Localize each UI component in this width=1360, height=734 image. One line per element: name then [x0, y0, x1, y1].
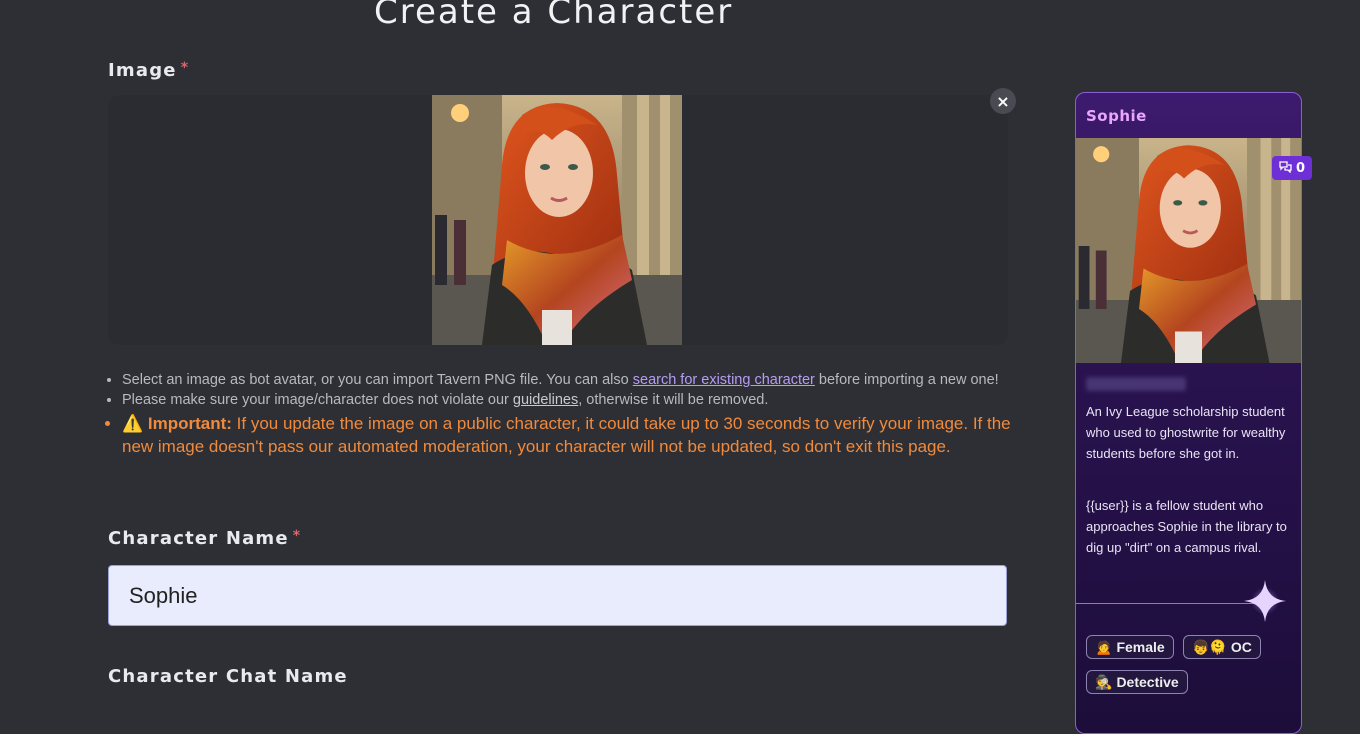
preview-description: An Ivy League scholarship student who us… [1086, 404, 1286, 461]
creator-name-blurred [1086, 377, 1186, 391]
chat-bubbles-icon [1279, 160, 1292, 176]
preview-image [1076, 138, 1301, 363]
tag-label: Female [1116, 639, 1165, 655]
required-mark: * [292, 528, 302, 544]
tag-detective[interactable]: 🕵️ Detective [1086, 670, 1188, 694]
image-label: Image * [108, 60, 189, 81]
image-notes: Select an image as bot avatar, or you ca… [108, 370, 1022, 458]
tag-label: Detective [1116, 674, 1179, 690]
required-mark: * [180, 60, 190, 76]
guidelines-link[interactable]: guidelines [513, 392, 578, 408]
preview-name: Sophie [1086, 107, 1147, 125]
oc-icon: 👦🫠 [1192, 638, 1227, 655]
character-name-label: Character Name * [108, 528, 301, 549]
preview-scenario: {{user}} is a fellow student who approac… [1086, 498, 1287, 555]
female-icon: 🙍 [1095, 638, 1113, 655]
remove-image-button[interactable]: × [990, 88, 1016, 114]
image-label-text: Image [108, 60, 177, 81]
chat-count-badge: 0 [1272, 156, 1312, 180]
warning-icon: ⚠️ [122, 414, 144, 433]
note-text: before importing a new one! [814, 372, 999, 388]
character-name-label-text: Character Name [108, 528, 289, 549]
note-text: Select an image as bot avatar, or you ca… [122, 372, 633, 388]
character-name-input[interactable] [108, 565, 1007, 626]
detective-icon: 🕵️ [1095, 673, 1113, 690]
search-existing-character-link[interactable]: search for existing character [633, 372, 815, 388]
avatar-image [432, 95, 682, 345]
sparkle-icon [1244, 580, 1286, 622]
chat-count: 0 [1295, 160, 1306, 176]
page-title: Create a Character [374, 0, 734, 32]
tag-label: OC [1230, 639, 1252, 655]
character-chat-name-label: Character Chat Name [108, 666, 348, 687]
card-divider [1076, 603, 1266, 604]
note-text: Please make sure your image/character do… [122, 392, 513, 408]
note-guidelines: Please make sure your image/character do… [122, 390, 1022, 410]
important-text: If you update the image on a public char… [122, 414, 1011, 456]
tag-female[interactable]: 🙍 Female [1086, 635, 1174, 659]
tag-oc[interactable]: 👦🫠 OC [1183, 635, 1261, 659]
note-text: , otherwise it will be removed. [578, 392, 769, 408]
note-import: Select an image as bot avatar, or you ca… [122, 370, 1022, 390]
close-icon: × [996, 91, 1010, 111]
important-label: Important: [147, 414, 232, 433]
note-important: ⚠️ Important: If you update the image on… [122, 412, 1022, 458]
